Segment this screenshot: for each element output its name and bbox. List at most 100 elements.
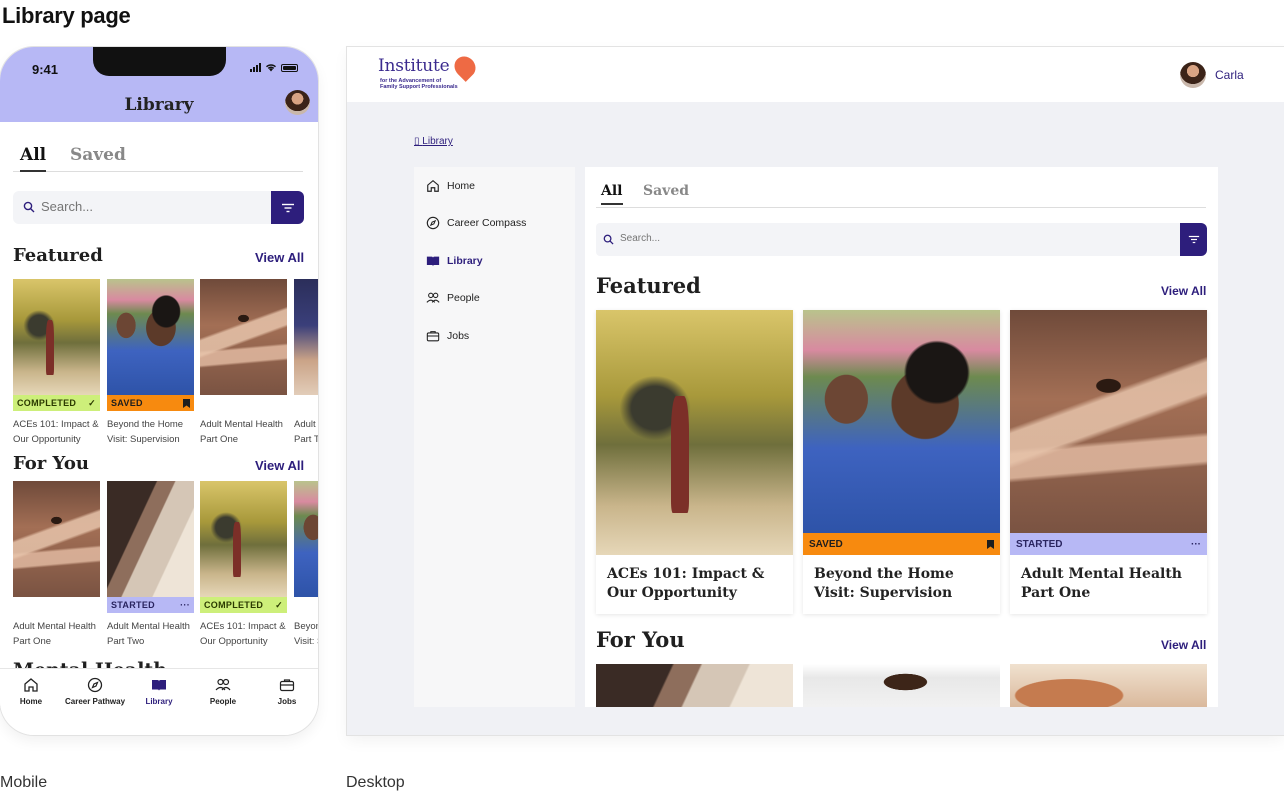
for-you-card[interactable]: COMPLETED ✓ ACEs 101: Impact & Our Opport… (200, 481, 287, 649)
tab-saved[interactable]: Saved (643, 183, 689, 199)
status-badge: COMPLETED ✓ (13, 395, 100, 411)
bookmark-icon (183, 398, 190, 408)
tab-all[interactable]: All (20, 145, 47, 172)
for-you-card[interactable]: Adult Mental Health Part One (13, 481, 100, 649)
search-box (596, 223, 1180, 256)
sidebar-item-career-compass[interactable]: Career Compass (426, 216, 526, 230)
for-you-view-all-link[interactable]: View All (1161, 638, 1206, 652)
card-image (596, 310, 793, 555)
home-icon (427, 180, 439, 192)
breadcrumb[interactable]: ▯ Library (414, 136, 453, 147)
nav-item-people[interactable]: People (188, 677, 258, 706)
nav-item-home[interactable]: Home (0, 677, 66, 706)
featured-title: Featured (13, 245, 103, 266)
filter-button[interactable] (1180, 223, 1207, 256)
logo-wordmark: Institute (378, 56, 450, 76)
search-icon (23, 201, 35, 213)
mobile-caption: Mobile (0, 774, 48, 791)
avatar[interactable] (1180, 62, 1206, 88)
filter-icon (281, 203, 294, 212)
status-badge: SAVED (803, 533, 1000, 555)
for-you-card[interactable] (596, 664, 793, 707)
featured-card[interactable]: SAVED Beyond the Home Visit: Supervision (107, 279, 194, 447)
tab-all[interactable]: All (601, 183, 623, 205)
filter-icon (1188, 235, 1199, 244)
status-icons (250, 63, 298, 72)
book-icon (426, 256, 440, 267)
status-badge: STARTED ··· (107, 597, 194, 613)
card-image (294, 481, 318, 597)
for-you-title: For You (596, 627, 685, 652)
nav-item-jobs[interactable]: Jobs (252, 677, 318, 706)
featured-view-all-link[interactable]: View All (255, 250, 304, 265)
briefcase-icon (426, 331, 440, 342)
page-title: Library page (2, 3, 131, 28)
featured-card[interactable]: STARTED ··· Adult Mental Health Part One (1010, 310, 1207, 614)
card-image (107, 279, 194, 395)
for-you-card[interactable]: STARTED ··· Adult Mental Health Part Two (107, 481, 194, 649)
for-you-card[interactable] (1010, 664, 1207, 707)
nav-item-library[interactable]: Library (124, 677, 194, 706)
nav-item-career-pathway[interactable]: Career Pathway (60, 677, 130, 706)
card-title: Beyond the Home Visit: Supervision (294, 621, 318, 647)
card-title: Adult Mental Health Part One (1021, 566, 1182, 601)
people-icon (426, 292, 440, 303)
wifi-icon (266, 64, 276, 72)
card-image (13, 481, 100, 597)
signal-icon (250, 63, 261, 72)
for-you-view-all-link[interactable]: View All (255, 458, 304, 473)
sidebar-item-jobs[interactable]: Jobs (426, 329, 469, 343)
status-badge: SAVED (107, 395, 194, 411)
briefcase-icon (279, 679, 295, 692)
for-you-card[interactable] (803, 664, 1000, 707)
featured-card[interactable]: Adult Mental Health Part Two (294, 279, 318, 447)
tab-saved[interactable]: Saved (70, 145, 126, 165)
sidebar-item-people[interactable]: People (426, 291, 480, 305)
status-badge: COMPLETED ✓ (200, 597, 287, 613)
home-icon (24, 678, 38, 692)
for-you-title: For You (13, 453, 89, 474)
search-input[interactable] (620, 233, 1120, 244)
featured-card[interactable]: SAVED Beyond the Home Visit: Supervision (803, 310, 1000, 614)
card-title: Adult Mental Health Part One (13, 621, 96, 647)
more-icon: ··· (180, 600, 190, 610)
check-icon: ✓ (275, 599, 283, 610)
card-image (13, 279, 100, 395)
card-image (200, 481, 287, 597)
featured-card[interactable]: Adult Mental Health Part One (200, 279, 287, 447)
card-title: Adult Mental Health Part Two (107, 621, 190, 647)
user-name[interactable]: Carla (1215, 68, 1244, 82)
top-bar: Institute for the Advancement of Family S… (347, 47, 1284, 102)
card-image (107, 481, 194, 597)
search-input[interactable] (41, 199, 261, 214)
desktop-frame: Institute for the Advancement of Family S… (347, 47, 1284, 735)
card-title: Adult Mental Health Part Two (294, 419, 318, 445)
desktop-caption: Desktop (346, 774, 405, 791)
featured-view-all-link[interactable]: View All (1161, 284, 1206, 298)
card-image (1010, 310, 1207, 533)
status-time: 9:41 (32, 62, 59, 77)
featured-card[interactable]: ACEs 101: Impact & Our Opportunity (596, 310, 793, 614)
card-title: ACEs 101: Impact & Our Opportunity (607, 566, 765, 601)
bookmark-icon (987, 539, 994, 549)
logo-subtitle: for the Advancement of Family Support Pro… (380, 78, 458, 90)
tabs: All Saved (596, 183, 1206, 208)
tabs: All Saved (13, 145, 303, 172)
check-icon: ✓ (88, 397, 96, 408)
sidebar-item-library[interactable]: Library (426, 254, 483, 268)
card-title: Beyond the Home Visit: Supervision (814, 566, 954, 601)
people-icon (215, 678, 231, 691)
status-badge: STARTED ··· (1010, 533, 1207, 555)
sidebar-item-home[interactable]: Home (426, 179, 475, 193)
avatar[interactable] (285, 90, 310, 115)
filter-button[interactable] (271, 191, 304, 224)
card-image (294, 279, 318, 395)
card-image (200, 279, 287, 395)
compass-icon (426, 216, 440, 230)
mobile-header: 9:41 Library (0, 47, 318, 122)
featured-card[interactable]: COMPLETED ✓ ACEs 101: Impact & Our Opport… (13, 279, 100, 447)
mobile-frame: 9:41 Library All Saved Featured View All… (0, 47, 318, 735)
header-title: Library (124, 95, 194, 115)
for-you-card[interactable]: Beyond the Home Visit: Supervision (294, 481, 318, 649)
card-title: ACEs 101: Impact & Our Opportunity (200, 621, 286, 647)
